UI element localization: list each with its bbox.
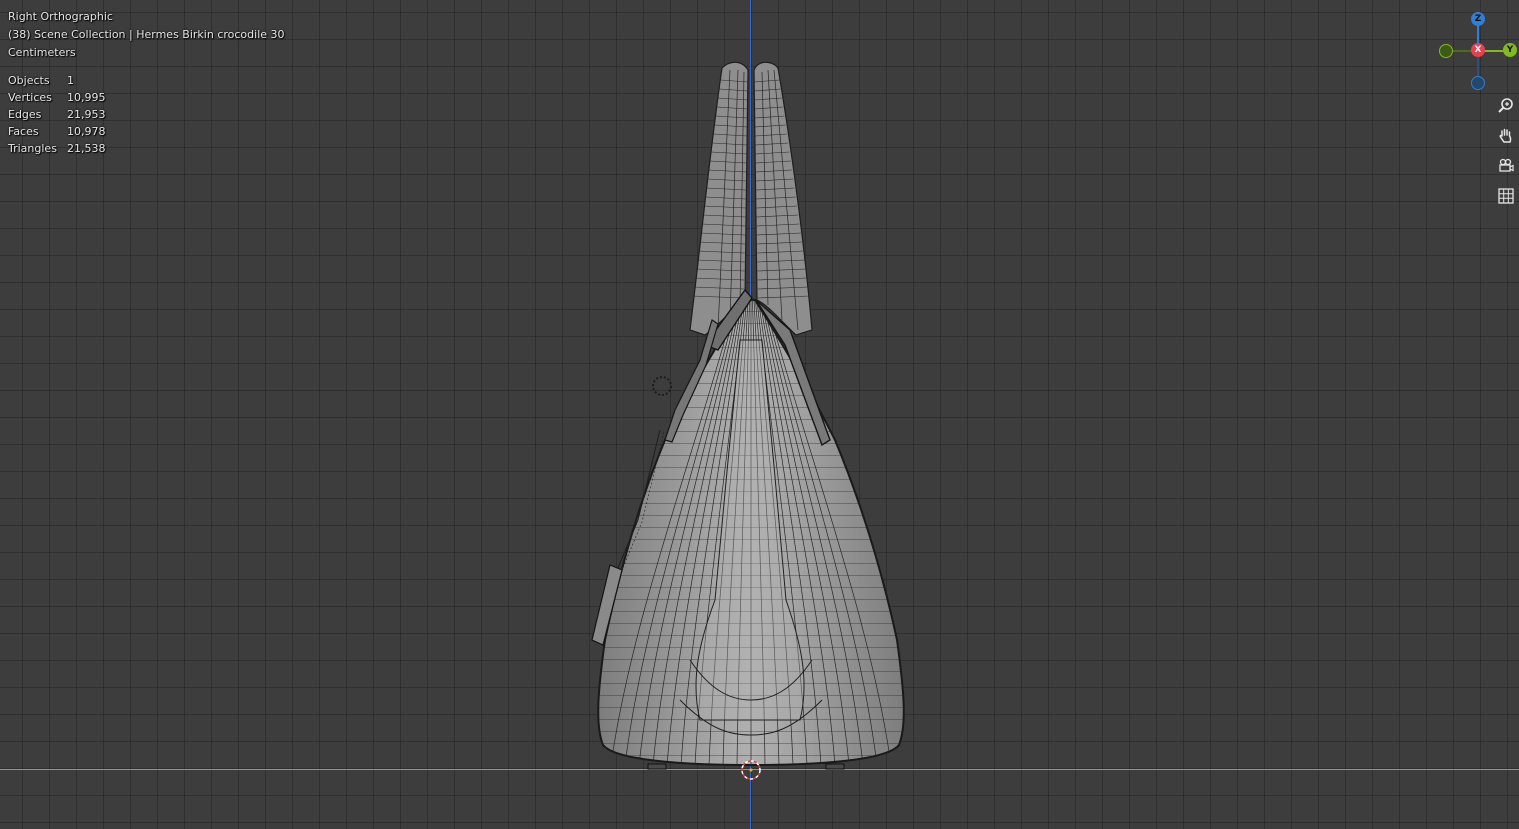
stat-label: Objects bbox=[8, 74, 50, 87]
units-label: Centimeters bbox=[8, 46, 76, 59]
stat-value: 21,538 bbox=[67, 142, 106, 155]
stat-value: 1 bbox=[67, 74, 74, 87]
gizmo-z-axis[interactable]: Z bbox=[1471, 12, 1485, 26]
gizmo-y-axis[interactable]: Y bbox=[1503, 43, 1517, 57]
stat-row-objects: Objects 1 bbox=[8, 72, 106, 89]
stat-value: 10,995 bbox=[67, 91, 106, 104]
pan-hand-icon[interactable] bbox=[1495, 124, 1517, 148]
birkin-bag-mesh[interactable] bbox=[0, 0, 1519, 829]
grid-icon[interactable] bbox=[1495, 184, 1517, 208]
navigation-gizmo[interactable]: Z X Y bbox=[1432, 8, 1519, 94]
view-name: Right Orthographic bbox=[8, 10, 113, 23]
zoom-icon[interactable] bbox=[1495, 94, 1517, 118]
body-wireframe bbox=[598, 300, 904, 765]
stat-row-triangles: Triangles 21,538 bbox=[8, 140, 106, 157]
stat-row-edges: Edges 21,953 bbox=[8, 106, 106, 123]
stat-label: Vertices bbox=[8, 91, 52, 104]
scene-statistics: Objects 1 Vertices 10,995 Edges 21,953 F… bbox=[8, 72, 106, 157]
stat-value: 10,978 bbox=[67, 125, 106, 138]
3d-viewport[interactable]: Right Orthographic (38) Scene Collection… bbox=[0, 0, 1519, 829]
camera-icon[interactable] bbox=[1495, 154, 1517, 178]
stat-label: Edges bbox=[8, 108, 42, 121]
stat-label: Triangles bbox=[8, 142, 57, 155]
gizmo-neg-z-axis[interactable] bbox=[1471, 76, 1485, 90]
collection-line: (38) Scene Collection | Hermes Birkin cr… bbox=[8, 28, 285, 41]
gizmo-neg-y-axis[interactable] bbox=[1439, 44, 1453, 58]
stat-value: 21,953 bbox=[67, 108, 106, 121]
viewport-header-info: Right Orthographic (38) Scene Collection… bbox=[8, 8, 285, 62]
gizmo-x-axis[interactable]: X bbox=[1471, 43, 1485, 57]
stat-row-vertices: Vertices 10,995 bbox=[8, 89, 106, 106]
stat-row-faces: Faces 10,978 bbox=[8, 123, 106, 140]
stat-label: Faces bbox=[8, 125, 39, 138]
